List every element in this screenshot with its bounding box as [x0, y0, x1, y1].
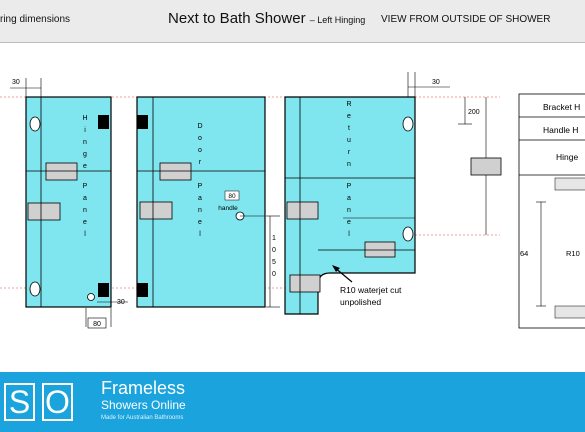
hinge-top-icon	[98, 115, 109, 129]
hinge-label-8: e	[83, 219, 87, 226]
return-panel-hole-top	[402, 116, 414, 132]
hinge-panel-pin	[87, 293, 95, 301]
dim-return-side-value: 200	[468, 109, 480, 116]
brand-line1: Frameless	[101, 378, 186, 398]
brand-tagline: Made for Australian Bathrooms	[101, 415, 184, 421]
return-label-3: u	[347, 137, 351, 144]
hinge-label-6: a	[83, 195, 87, 202]
handle-height-0: 1	[272, 235, 276, 242]
handle-height-3: 0	[272, 271, 276, 278]
title-main: Next to Bath Shower	[168, 10, 306, 27]
side-clamp-detail	[470, 157, 502, 176]
header-left-text: ring dimensions	[0, 14, 71, 25]
page-title: Next to Bath Shower – Left Hinging	[168, 10, 365, 27]
door-panel-bracket	[159, 162, 192, 181]
dim-handle-height: 1 0 5 0	[266, 215, 280, 308]
handle-height-1: 0	[272, 247, 276, 254]
title-subtitle: – Left Hinging	[309, 15, 366, 25]
hinge-panel-clamp	[27, 202, 61, 221]
return-panel-clamp-bottom	[364, 241, 396, 258]
hinge-label-7: n	[83, 207, 87, 214]
logo-left-icon: S	[4, 383, 35, 421]
table-radius: R10	[566, 249, 580, 258]
door-label-4: P	[198, 183, 203, 190]
hinge-label-0: H	[82, 115, 87, 122]
hinge-panel-hole-bottom	[29, 281, 41, 297]
return-label-7: a	[347, 195, 351, 202]
door-hinge-top-icon	[137, 115, 148, 129]
dim-top-left-value: 30	[12, 79, 20, 86]
table-row3: Hinge	[556, 152, 578, 162]
return-panel: R e t u r n P a n e l	[284, 96, 416, 315]
door-label-0: D	[197, 123, 202, 130]
dim-return-side: 200	[458, 97, 502, 235]
hinge-panel: H i n g e P a n e l	[25, 96, 112, 308]
dim-handle-offset-value: 80	[228, 193, 236, 200]
return-label-2: t	[348, 125, 350, 132]
return-label-1: e	[347, 113, 351, 120]
door-label-6: n	[198, 207, 202, 214]
annotation-line1: R10 waterjet cut	[340, 285, 402, 295]
hinge-panel-bracket	[45, 162, 78, 181]
view-label: VIEW FROM OUTSIDE OF SHOWER	[381, 14, 551, 25]
spec-table: Bracket H Handle H Hinge 64 R10	[518, 93, 585, 329]
drawing-canvas: H i n g e P a n e l 30 30 80 80 handle D…	[0, 42, 585, 372]
hinge-label-4: e	[83, 163, 87, 170]
door-hinge-bottom-icon	[137, 283, 148, 297]
return-label-8: n	[347, 207, 351, 214]
dim-return-top-value: 30	[432, 79, 440, 86]
return-label-9: e	[347, 219, 351, 226]
dim-hinge-bottom-value: 30	[117, 299, 125, 306]
handle-height-2: 5	[272, 259, 276, 266]
return-label-6: P	[347, 183, 352, 190]
door-label-7: e	[198, 219, 202, 226]
handle-label: handle	[218, 205, 238, 212]
door-label-2: o	[198, 147, 202, 154]
annotation-line2: unpolished	[340, 297, 381, 307]
hinge-panel-hole-top	[29, 116, 41, 132]
return-panel-clamp-foot	[289, 274, 321, 293]
table-dim: 64	[520, 249, 528, 258]
return-label-0: R	[346, 101, 351, 108]
hinge-label-3: g	[83, 151, 87, 158]
return-panel-hole-bottom	[402, 226, 414, 242]
dim-hinge-offset-value: 80	[93, 321, 101, 328]
table-row2: Handle H	[543, 125, 578, 135]
brand-line2: Showers Online	[101, 398, 186, 412]
logo-right-icon: O	[42, 383, 73, 421]
footer-banner: S O Frameless Showers Online Made for Au…	[0, 372, 585, 432]
door-label-5: a	[198, 195, 202, 202]
door-panel-clamp	[139, 201, 173, 220]
header: ring dimensions Next to Bath Shower – Le…	[0, 0, 585, 43]
hinge-bottom-icon	[98, 283, 109, 297]
dim-return-top: 30	[407, 72, 450, 97]
dim-top-left: 30	[10, 78, 42, 97]
return-panel-clamp-left	[286, 201, 319, 220]
door-label-1: o	[198, 135, 202, 142]
hinge-label-2: n	[83, 139, 87, 146]
hinge-label-5: P	[83, 183, 88, 190]
door-panel: 80 handle D o o r P a n e l	[136, 96, 266, 308]
return-label-5: n	[347, 161, 351, 168]
table-row1: Bracket H	[543, 102, 580, 112]
